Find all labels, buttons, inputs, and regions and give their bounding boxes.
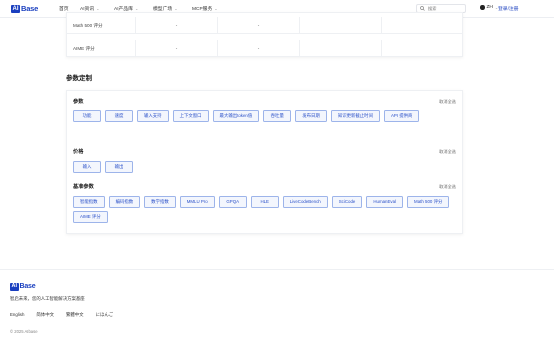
comparison-table: Math 500 评分 - - AIME 评分 - - bbox=[66, 12, 463, 57]
chip-intelligence-index[interactable]: 智能指数 bbox=[73, 196, 105, 208]
chevron-down-icon: ⌄ bbox=[174, 6, 178, 11]
logo-text: Base bbox=[19, 283, 36, 291]
chevron-down-icon: ⌄ bbox=[96, 6, 100, 11]
nav-item-home[interactable]: 首页 bbox=[59, 5, 69, 12]
chip-list-bench: 智能指数 编码指数 数学指数 MMLU Pro GPQA HLE LiveCod… bbox=[73, 196, 458, 223]
chip-list-basic: 功能 速度 输入支持 上下文窗口 最大输出token值 吞吐量 发布日期 知识更… bbox=[73, 110, 458, 122]
chip-input-price[interactable]: 输入 bbox=[73, 161, 101, 173]
nav-item-models[interactable]: 模型广场 ⌄ bbox=[153, 5, 178, 12]
param-panel: 参数 取消全选 功能 速度 输入支持 上下文窗口 最大输出token值 吞吐量 … bbox=[66, 90, 463, 234]
lang-link-english[interactable]: English bbox=[10, 312, 24, 318]
footer-tagline: 智启未来，您的人工智能解决方案基座 bbox=[10, 296, 85, 301]
nav-item-news[interactable]: AI资讯 ⌄ bbox=[80, 5, 100, 12]
chip-throughput[interactable]: 吞吐量 bbox=[263, 110, 292, 122]
deselect-all-price[interactable]: 取消全选 bbox=[439, 149, 456, 155]
row-label: Math 500 评分 bbox=[67, 17, 136, 34]
group-title-basic: 参数 bbox=[73, 99, 84, 105]
table-row: AIME 评分 - - bbox=[67, 40, 462, 57]
chip-output-price[interactable]: 输出 bbox=[105, 161, 133, 173]
nav-item-label: 模型广场 bbox=[153, 7, 173, 12]
nav-item-products[interactable]: AI产品库 ⌄ bbox=[114, 5, 138, 12]
chip-knowledge-cutoff[interactable]: 知识更新截止时间 bbox=[330, 110, 380, 122]
chip-release-date[interactable]: 发布日期 bbox=[295, 110, 327, 122]
search-input[interactable] bbox=[428, 6, 464, 11]
lang-link-simplified-chinese[interactable]: 简体中文 bbox=[36, 312, 54, 318]
chip-hle[interactable]: HLE bbox=[250, 196, 279, 208]
chip-scicode[interactable]: SciCode bbox=[331, 196, 363, 208]
globe-icon bbox=[480, 5, 485, 10]
logo-mark: AI bbox=[10, 283, 19, 291]
site-logo[interactable]: AI Base bbox=[11, 4, 38, 13]
group-title-price: 价格 bbox=[73, 149, 84, 155]
logo-text: Base bbox=[21, 4, 39, 13]
chip-livecodebench[interactable]: LiveCodeBench bbox=[282, 196, 328, 208]
table-cell: - bbox=[136, 40, 218, 57]
chevron-down-icon: ⌄ bbox=[214, 6, 218, 11]
nav-item-mcp[interactable]: MCP服务 ⌄ bbox=[192, 5, 218, 12]
row-label: AIME 评分 bbox=[67, 40, 136, 57]
table-cell bbox=[382, 40, 462, 57]
deselect-all-bench[interactable]: 取消全选 bbox=[439, 184, 456, 190]
deselect-all-basic[interactable]: 取消全选 bbox=[439, 99, 456, 105]
chip-gpqa[interactable]: GPQA bbox=[218, 196, 247, 208]
chip-humaneval[interactable]: HumanEval bbox=[366, 196, 404, 208]
chip-max-output[interactable]: 最大输出token值 bbox=[212, 110, 260, 122]
table-cell: - bbox=[136, 17, 218, 34]
table-cell bbox=[300, 40, 382, 57]
table-cell bbox=[382, 17, 462, 34]
chip-api-provider[interactable]: API 提供商 bbox=[383, 110, 420, 122]
footer-logo[interactable]: AI Base bbox=[10, 283, 36, 291]
chip-math-index[interactable]: 数学指数 bbox=[144, 196, 176, 208]
nav-item-label: AI资讯 bbox=[80, 7, 95, 12]
chip-list-price: 输入 输出 bbox=[73, 161, 458, 173]
search-icon bbox=[420, 6, 425, 11]
group-title-bench: 基准参数 bbox=[73, 184, 94, 190]
chip-aime[interactable]: AIME 评分 bbox=[73, 211, 108, 223]
table-cell: - bbox=[218, 40, 300, 57]
footer-language-links: English 简体中文 繁體中文 にほんご bbox=[10, 312, 113, 318]
language-label: ZH bbox=[486, 5, 493, 10]
login-link[interactable]: 登录/注册 bbox=[498, 5, 519, 12]
chip-math-500[interactable]: Math 500 评分 bbox=[407, 196, 450, 208]
chip-context-window[interactable]: 上下文窗口 bbox=[172, 110, 209, 122]
lang-link-japanese[interactable]: にほんご bbox=[96, 312, 114, 318]
chevron-down-icon: ⌄ bbox=[134, 6, 139, 11]
nav-item-label: AI产品库 bbox=[114, 7, 133, 12]
lang-link-traditional-chinese[interactable]: 繁體中文 bbox=[66, 312, 84, 318]
nav-item-label: MCP服务 bbox=[192, 7, 213, 12]
table-cell bbox=[300, 17, 382, 34]
language-switcher[interactable]: ZH ⌄ bbox=[480, 5, 498, 10]
chip-speed[interactable]: 速度 bbox=[105, 110, 133, 122]
footer-divider bbox=[0, 269, 554, 270]
table-row: Math 500 评分 - - bbox=[67, 17, 462, 34]
chip-input-support[interactable]: 输入支持 bbox=[137, 110, 169, 122]
nav-item-label: 首页 bbox=[59, 7, 69, 12]
table-cell: - bbox=[218, 17, 300, 34]
chip-mmlu-pro[interactable]: MMLU Pro bbox=[179, 196, 215, 208]
logo-mark: AI bbox=[11, 4, 20, 13]
copyright: © 2025 AIbase bbox=[10, 329, 38, 334]
chip-feature[interactable]: 功能 bbox=[73, 110, 101, 122]
section-title: 参数定制 bbox=[66, 75, 92, 82]
chip-coding-index[interactable]: 编码指数 bbox=[108, 196, 141, 208]
